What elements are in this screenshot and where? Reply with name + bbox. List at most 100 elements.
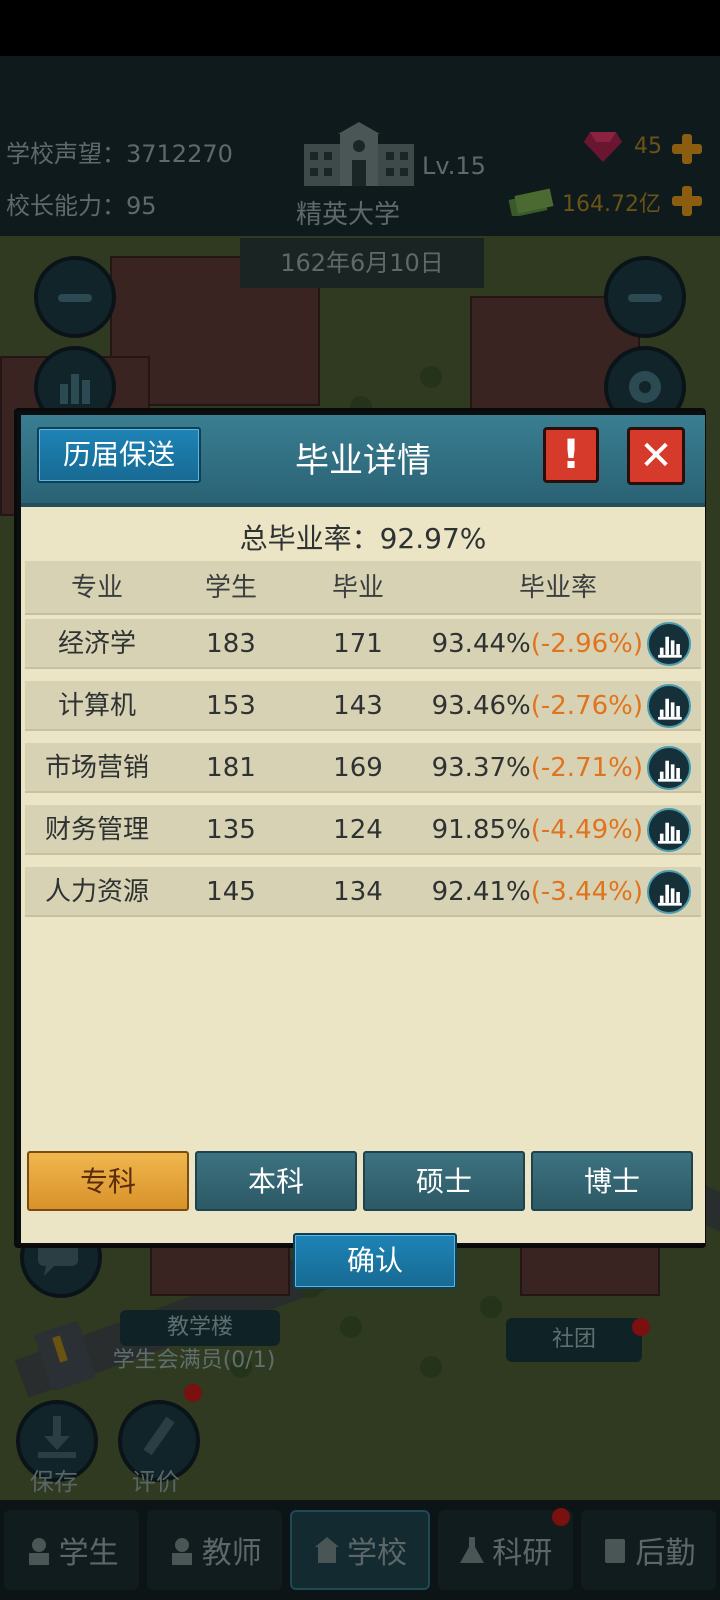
add-gems-icon[interactable]: [670, 132, 704, 166]
close-icon[interactable]: ✕: [627, 427, 685, 485]
tree: [340, 1316, 362, 1338]
rate-value: 92.41%: [431, 877, 531, 907]
nav-label: 科研: [492, 1536, 553, 1571]
zoom-out-right-button[interactable]: [604, 256, 686, 338]
principal-ability: 校长能力：95: [6, 192, 157, 220]
rate-value: 93.46%: [431, 691, 531, 721]
tab-doctor[interactable]: 博士: [531, 1151, 693, 1211]
clipboard-icon: [605, 1539, 626, 1563]
minus-icon: [628, 294, 662, 302]
table-header: 专业 学生 毕业 毕业率: [25, 561, 701, 615]
rate-value: 91.85%: [431, 815, 531, 845]
student-count: 181: [206, 753, 256, 783]
school-reputation: 学校声望：3712270: [6, 140, 233, 168]
graduate-count: 124: [333, 815, 383, 845]
student-icon: [28, 1538, 49, 1565]
graduate-count: 143: [333, 691, 383, 721]
graduate-count: 134: [333, 877, 383, 907]
dialog-body: 总毕业率：92.97% 专业 学生 毕业 毕业率 经济学 183 171 93.…: [21, 507, 705, 1289]
money-icon: [508, 188, 554, 216]
clipboard-icon[interactable]: [34, 1318, 102, 1394]
graduate-count: 171: [333, 629, 383, 659]
header-rate: 毕业率: [518, 573, 597, 603]
graduation-rate: 93.44%(-2.96%): [432, 619, 643, 669]
major-name: 市场营销: [44, 753, 149, 783]
rate-change: (-2.71%): [530, 753, 643, 783]
money-count: 164.72亿: [562, 192, 661, 217]
rate-change: (-4.49%): [530, 815, 643, 845]
major-name: 财务管理: [44, 815, 149, 845]
nav-school[interactable]: 学校: [290, 1510, 430, 1590]
school-level: Lv.15: [422, 152, 486, 180]
bottom-nav: 学生 教师 学校 科研 后勤: [0, 1500, 720, 1600]
review-label: 评价: [132, 1468, 180, 1496]
add-money-icon[interactable]: [670, 184, 704, 218]
table-row: 经济学 183 171 93.44%(-2.96%): [25, 619, 701, 669]
nav-label: 教师: [201, 1536, 262, 1571]
header-major: 专业: [70, 573, 123, 603]
top-hud: 学校声望：3712270 校长能力：95 Lv.15 精英大学 45 164.7…: [0, 56, 720, 236]
student-count: 145: [206, 877, 256, 907]
nav-label: 学校: [347, 1536, 407, 1571]
zoom-out-left-button[interactable]: [34, 256, 116, 338]
nav-students[interactable]: 学生: [4, 1510, 140, 1590]
teacher-icon: [171, 1538, 192, 1565]
bar-chart-icon[interactable]: [647, 622, 691, 666]
bar-chart-icon[interactable]: [647, 808, 691, 852]
minus-icon: [58, 294, 92, 302]
rate-change: (-2.76%): [530, 691, 643, 721]
tree: [420, 1356, 442, 1378]
tree: [420, 366, 442, 388]
table-row: 计算机 153 143 93.46%(-2.76%): [25, 681, 701, 731]
graduation-rate: 92.41%(-3.44%): [432, 867, 643, 917]
school-icon: [315, 1537, 339, 1563]
major-name: 人力资源: [44, 877, 149, 907]
dialog-header: 历届保送 毕业详情 ! ✕: [21, 415, 705, 507]
nav-label: 学生: [58, 1536, 119, 1571]
rate-change: (-2.96%): [530, 629, 643, 659]
bar-chart-icon[interactable]: [647, 746, 691, 790]
graduate-count: 169: [333, 753, 383, 783]
bar-chart-icon[interactable]: [647, 684, 691, 728]
research-notification-dot: [552, 1508, 570, 1526]
notification-dot: [632, 1318, 650, 1336]
club-label[interactable]: 社团: [506, 1318, 642, 1362]
save-label: 保存: [30, 1468, 78, 1496]
nav-label: 后勤: [635, 1536, 696, 1571]
major-name: 经济学: [57, 629, 136, 659]
nav-teachers[interactable]: 教师: [147, 1510, 283, 1590]
tab-master[interactable]: 硕士: [363, 1151, 525, 1211]
rate-change: (-3.44%): [530, 877, 643, 907]
table-row: 人力资源 145 134 92.41%(-3.44%): [25, 867, 701, 917]
header-graduates: 毕业: [331, 573, 384, 603]
graduation-rate: 93.46%(-2.76%): [432, 681, 643, 731]
tab-bachelor[interactable]: 本科: [195, 1151, 357, 1211]
student-count: 183: [206, 629, 256, 659]
rate-value: 93.37%: [431, 753, 531, 783]
status-bar: [0, 0, 720, 56]
graduation-details-dialog: 历届保送 毕业详情 ! ✕ 总毕业率：92.97% 专业 学生 毕业 毕业率 经…: [14, 408, 706, 1289]
student-council-status: 学生会满员(0/1): [112, 1348, 276, 1373]
bar-chart-icon[interactable]: [647, 870, 691, 914]
tab-associate[interactable]: 专科: [27, 1151, 189, 1211]
major-name: 计算机: [57, 691, 136, 721]
header-students: 学生: [204, 573, 257, 603]
nav-logistics[interactable]: 后勤: [580, 1510, 717, 1590]
table-row: 财务管理 135 124 91.85%(-4.49%): [25, 805, 701, 855]
school-name: 精英大学: [296, 200, 401, 230]
graduation-rate: 93.37%(-2.71%): [432, 743, 643, 793]
notification-dot: [184, 1384, 202, 1402]
gem-count: 45: [634, 134, 662, 159]
info-icon[interactable]: !: [543, 427, 599, 483]
tree: [480, 1296, 502, 1318]
flask-icon: [460, 1537, 485, 1563]
degree-tabs: 专科 本科 硕士 博士: [27, 1151, 699, 1211]
dialog-title: 毕业详情: [295, 441, 431, 481]
game-date: 162年6月10日: [240, 238, 484, 288]
school-building-icon[interactable]: [300, 120, 418, 190]
confirm-button[interactable]: 确认: [293, 1233, 457, 1289]
student-count: 135: [206, 815, 256, 845]
table-row: 市场营销 181 169 93.37%(-2.71%): [25, 743, 701, 793]
teaching-building-label[interactable]: 教学楼: [120, 1310, 280, 1346]
total-graduation-rate: 总毕业率：92.97%: [239, 522, 487, 555]
